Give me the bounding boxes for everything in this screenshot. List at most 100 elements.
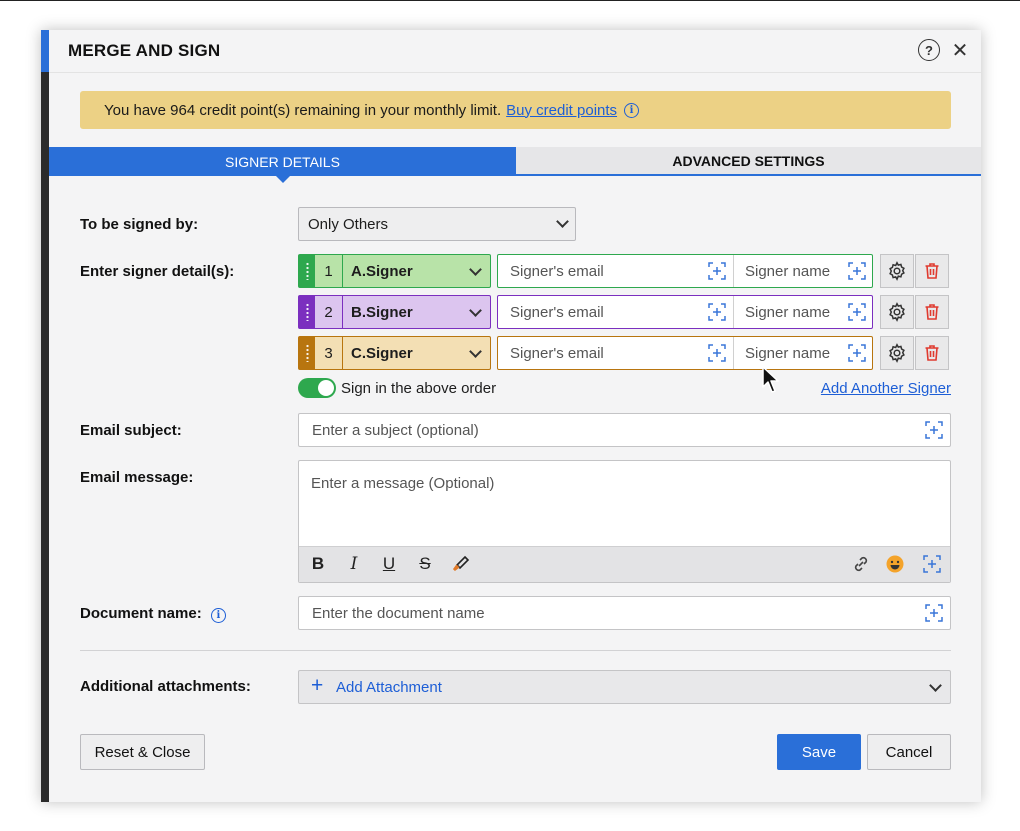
strikethrough-icon[interactable]: S — [415, 554, 435, 574]
signer-row: 2 B.Signer Signer's email Signer name — [298, 295, 952, 329]
signer-row: 3 C.Signer Signer's email Signer name — [298, 336, 952, 370]
delete-signer-button[interactable] — [915, 336, 949, 370]
add-attachment-dropdown[interactable]: + Add Attachment — [298, 670, 951, 704]
signer-role-select[interactable]: 3 C.Signer — [298, 336, 491, 370]
merge-and-sign-dialog: MERGE AND SIGN ? ✕ You have 964 credit p… — [41, 30, 981, 802]
sign-order-label: Sign in the above order — [341, 380, 497, 397]
dialog-left-bar — [41, 30, 49, 802]
signer-email-input[interactable]: Signer's email — [510, 263, 604, 280]
email-message-placeholder: Enter a message (Optional) — [311, 475, 495, 492]
signer-role-label: C.Signer — [351, 344, 413, 362]
emoji-icon[interactable] — [885, 554, 905, 579]
email-subject-placeholder: Enter a subject (optional) — [312, 422, 479, 439]
signer-role-label: B.Signer — [351, 303, 413, 321]
sign-order-toggle[interactable] — [298, 378, 336, 398]
insert-field-icon[interactable] — [924, 603, 944, 623]
gear-icon — [887, 302, 907, 322]
dialog-title: MERGE AND SIGN — [68, 41, 221, 60]
credit-banner: You have 964 credit point(s) remaining i… — [80, 91, 951, 129]
info-icon[interactable]: i — [210, 608, 226, 623]
signer-email-input[interactable]: Signer's email — [510, 304, 604, 321]
signer-role-name: C.Signer — [343, 337, 490, 369]
signer-inputs: Signer's email Signer name — [497, 295, 873, 329]
insert-field-icon[interactable] — [707, 343, 727, 363]
close-icon[interactable]: ✕ — [949, 39, 971, 62]
document-name-input[interactable]: Enter the document name — [298, 596, 951, 630]
chevron-down-icon — [929, 679, 942, 692]
signer-name-input[interactable]: Signer name — [745, 345, 830, 362]
signer-order-number: 2 — [315, 296, 343, 328]
signer-name-input[interactable]: Signer name — [745, 263, 830, 280]
drag-handle-icon[interactable] — [299, 296, 315, 328]
chevron-down-icon — [469, 263, 482, 276]
message-toolbar: B I U S — [299, 546, 950, 582]
credit-banner-text: You have 964 credit point(s) remaining i… — [104, 101, 502, 119]
mouse-cursor-icon — [762, 366, 779, 393]
signer-row: 1 A.Signer Signer's email Signer name — [298, 254, 952, 288]
signer-settings-button[interactable] — [880, 295, 914, 329]
attachments-label: Additional attachments: — [80, 678, 251, 695]
tab-signer-details[interactable]: SIGNER DETAILS — [49, 147, 516, 183]
trash-icon — [922, 261, 942, 281]
gear-icon — [887, 261, 907, 281]
save-button[interactable]: Save — [777, 734, 861, 770]
header-divider — [49, 72, 981, 73]
buy-credit-points-link[interactable]: Buy credit points — [506, 102, 617, 119]
signer-settings-button[interactable] — [880, 336, 914, 370]
gear-icon — [887, 343, 907, 363]
link-icon[interactable] — [851, 554, 871, 579]
delete-signer-button[interactable] — [915, 254, 949, 288]
input-divider — [733, 296, 734, 328]
signer-role-select[interactable]: 1 A.Signer — [298, 254, 491, 288]
underline-icon[interactable]: U — [379, 554, 399, 574]
insert-field-icon[interactable] — [924, 420, 944, 440]
bold-icon[interactable]: B — [308, 554, 328, 574]
drag-handle-icon[interactable] — [299, 337, 315, 369]
italic-icon[interactable]: I — [344, 554, 364, 574]
tab-advanced-settings[interactable]: ADVANCED SETTINGS — [516, 147, 981, 176]
signer-role-name: A.Signer — [343, 255, 490, 287]
info-icon[interactable]: i — [624, 102, 640, 118]
signer-role-select[interactable]: 2 B.Signer — [298, 295, 491, 329]
drag-handle-icon[interactable] — [299, 255, 315, 287]
signer-name-input[interactable]: Signer name — [745, 304, 830, 321]
insert-field-icon[interactable] — [847, 261, 867, 281]
insert-field-icon[interactable] — [922, 554, 942, 574]
signer-role-label: A.Signer — [351, 262, 413, 280]
insert-field-icon[interactable] — [707, 261, 727, 281]
email-subject-input[interactable]: Enter a subject (optional) — [298, 413, 951, 447]
signed-by-label: To be signed by: — [80, 216, 199, 233]
add-attachment-label: Add Attachment — [336, 679, 442, 696]
signer-inputs: Signer's email Signer name — [497, 336, 873, 370]
format-brush-icon[interactable] — [451, 554, 471, 579]
input-divider — [733, 337, 734, 369]
signer-details-label: Enter signer detail(s): — [80, 263, 235, 280]
help-icon[interactable]: ? — [918, 39, 940, 61]
trash-icon — [922, 343, 942, 363]
chevron-down-icon — [469, 345, 482, 358]
document-name-label-text: Document name: — [80, 605, 202, 622]
signed-by-select[interactable]: Only Others — [298, 207, 576, 241]
tab-bar: SIGNER DETAILS ADVANCED SETTINGS — [49, 147, 981, 183]
signer-order-number: 1 — [315, 255, 343, 287]
section-divider — [80, 650, 951, 651]
chevron-down-icon — [469, 304, 482, 317]
reset-close-button[interactable]: Reset & Close — [80, 734, 205, 770]
top-border — [0, 0, 1020, 1]
delete-signer-button[interactable] — [915, 295, 949, 329]
signer-role-name: B.Signer — [343, 296, 490, 328]
chevron-down-icon — [556, 215, 569, 228]
signer-email-input[interactable]: Signer's email — [510, 345, 604, 362]
email-message-input[interactable]: Enter a message (Optional) B I U S — [298, 460, 951, 583]
cancel-button[interactable]: Cancel — [867, 734, 951, 770]
document-name-label: Document name: i — [80, 605, 226, 623]
signer-settings-button[interactable] — [880, 254, 914, 288]
document-name-placeholder: Enter the document name — [312, 605, 485, 622]
signer-order-number: 3 — [315, 337, 343, 369]
insert-field-icon[interactable] — [847, 302, 867, 322]
email-message-label: Email message: — [80, 469, 194, 486]
insert-field-icon[interactable] — [707, 302, 727, 322]
add-another-signer-link[interactable]: Add Another Signer — [821, 380, 951, 397]
signer-inputs: Signer's email Signer name — [497, 254, 873, 288]
insert-field-icon[interactable] — [847, 343, 867, 363]
